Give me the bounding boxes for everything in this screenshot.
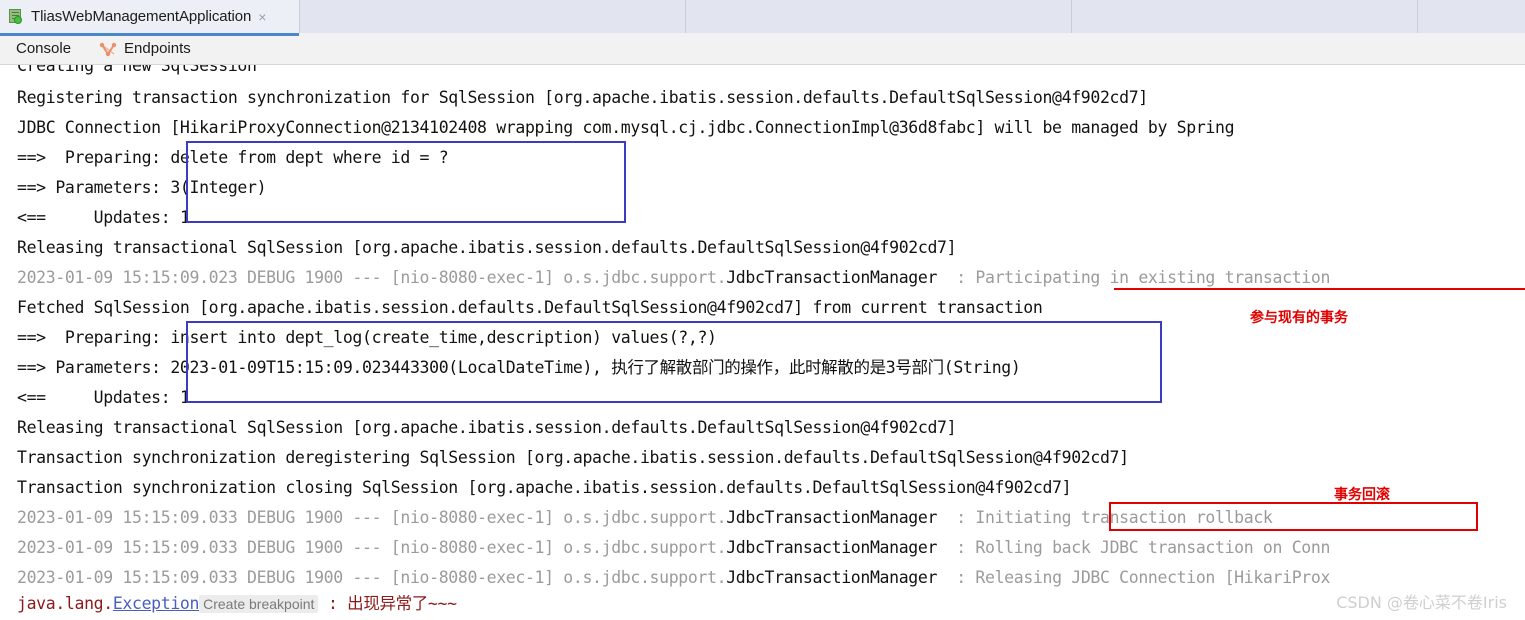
log-line-jdbc-connection: JDBC Connection [HikariProxyConnection@2… [17, 118, 1235, 137]
log-line-registering: Registering transaction synchronization … [17, 88, 1148, 107]
endpoints-label: Endpoints [124, 40, 191, 57]
console-output-pane[interactable]: Creating a new SqlSession Registering tr… [0, 65, 1525, 620]
annotation-rollback: 事务回滚 [1334, 487, 1390, 503]
tab-strip-cell-2 [686, 0, 1072, 33]
log-sep-initiating: : [937, 508, 976, 527]
preparing-label-2: ==> Preparing: [17, 328, 171, 347]
parameters-label-2: ==> Parameters: [17, 358, 171, 377]
preparing-label-1: ==> Preparing: [17, 148, 171, 167]
parameters-label-1: ==> Parameters: [17, 178, 171, 197]
log-line-closing: Transaction synchronization closing SqlS… [17, 478, 1072, 497]
log-line-parameters-1: ==> Parameters: 3(Integer) [17, 173, 267, 203]
preparing-value-2: insert into dept_log(create_time,descrip… [170, 328, 717, 347]
tab-tlias-web-management-application[interactable]: TliasWebManagementApplication × [0, 0, 300, 36]
exception-package: java.lang. [17, 594, 113, 613]
create-breakpoint-badge[interactable]: Create breakpoint [199, 595, 319, 613]
updates-label-2: <== Updates: [17, 388, 180, 407]
close-icon[interactable]: × [258, 10, 266, 24]
console-toolbar: Console Endpoints [0, 33, 1525, 65]
exception-class-link[interactable]: Exception [113, 594, 200, 613]
exception-line: java.lang.Exception Create breakpoint : 出… [17, 589, 457, 619]
parameters-value-1: 3(Integer) [170, 178, 267, 197]
log-line-parameters-2: ==> Parameters: 2023-01-09T15:15:09.0234… [17, 353, 1021, 383]
log-sep-participating: : [937, 268, 976, 287]
updates-value-1: 1 [179, 208, 190, 227]
log-prefix-initiating: 2023-01-09 15:15:09.033 DEBUG 1900 --- [… [17, 508, 727, 527]
tab-strip-cell-1 [300, 0, 686, 33]
log-sep-releasing: : [937, 568, 976, 587]
parameters-value-2: 2023-01-09T15:15:09.023443300(LocalDateT… [170, 358, 1021, 377]
log-line-updates-2: <== Updates: 1 [17, 383, 190, 413]
updates-value-2: 1 [179, 388, 190, 407]
log-logger-initiating: JdbcTransactionManager [726, 508, 938, 527]
preparing-value-1: delete from dept where id = ? [170, 148, 449, 167]
log-line-preparing-1: ==> Preparing: delete from dept where id… [17, 143, 449, 173]
tab-strip-cell-3 [1072, 0, 1418, 33]
log-prefix-rolling: 2023-01-09 15:15:09.033 DEBUG 1900 --- [… [17, 538, 727, 557]
log-message-releasing: Releasing JDBC Connection [HikariProx [975, 568, 1331, 587]
log-line-deregistering: Transaction synchronization deregisterin… [17, 448, 1129, 467]
log-logger-participating: JdbcTransactionManager [726, 268, 938, 287]
log-message-rolling: Rolling back JDBC transaction on Conn [975, 538, 1331, 557]
run-configuration-icon [8, 8, 25, 25]
log-line-fetched: Fetched SqlSession [org.apache.ibatis.se… [17, 298, 1043, 317]
participating-underline [1114, 288, 1525, 290]
exception-separator: : [318, 594, 348, 613]
log-line-rolling-back: 2023-01-09 15:15:09.033 DEBUG 1900 --- [… [17, 533, 1330, 563]
log-line-updates-1: <== Updates: 1 [17, 203, 190, 233]
console-label: Console [16, 40, 72, 57]
updates-label-1: <== Updates: [17, 208, 180, 227]
watermark: CSDN @卷心菜不卷Iris [1336, 593, 1507, 612]
window-tab-strip: TliasWebManagementApplication × [0, 0, 1525, 36]
log-line-releasing-1: Releasing transactional SqlSession [org.… [17, 238, 957, 257]
log-prefix-participating: 2023-01-09 15:15:09.023 DEBUG 1900 --- [… [17, 268, 727, 287]
tab-strip-cell-4 [1418, 0, 1525, 33]
log-line-preparing-2: ==> Preparing: insert into dept_log(crea… [17, 323, 717, 353]
log-logger-releasing: JdbcTransactionManager [726, 568, 938, 587]
exception-message: 出现异常了~~~ [347, 594, 457, 613]
annotation-participating: 参与现有的事务 [1250, 310, 1348, 326]
log-line-releasing-2: Releasing transactional SqlSession [org.… [17, 418, 957, 437]
endpoints-icon [99, 41, 117, 57]
tab-endpoints[interactable]: Endpoints [85, 33, 205, 64]
log-sep-rolling: : [937, 538, 976, 557]
log-logger-rolling: JdbcTransactionManager [726, 538, 938, 557]
log-line-clipped: Creating a new SqlSession [17, 65, 257, 75]
tab-title: TliasWebManagementApplication [31, 8, 252, 25]
log-line-initiating-rollback: 2023-01-09 15:15:09.033 DEBUG 1900 --- [… [17, 503, 1273, 533]
log-message-initiating: Initiating transaction rollback [975, 508, 1273, 527]
tab-console[interactable]: Console [2, 33, 85, 64]
log-message-participating: Participating in existing transaction [975, 268, 1331, 287]
log-prefix-releasing: 2023-01-09 15:15:09.033 DEBUG 1900 --- [… [17, 568, 727, 587]
